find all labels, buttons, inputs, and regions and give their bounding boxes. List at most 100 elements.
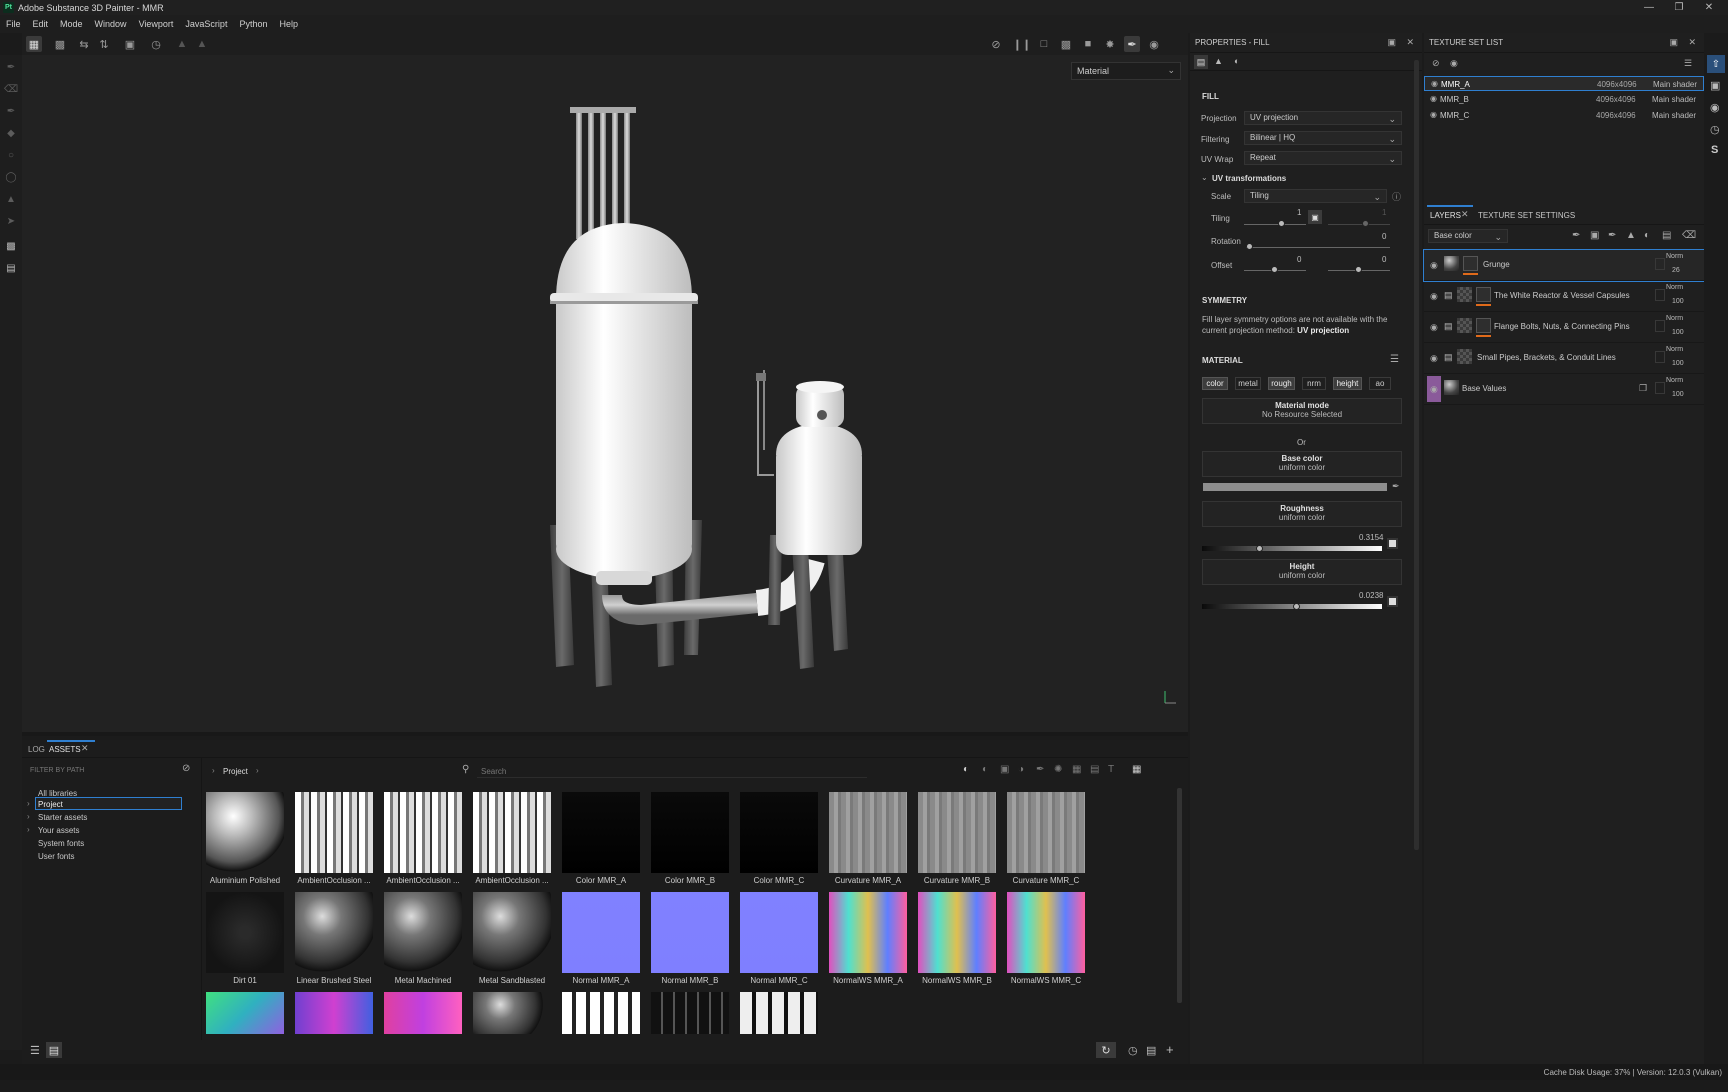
- channel-select[interactable]: Base color ⌄: [1428, 229, 1508, 243]
- 3d-viewport[interactable]: [22, 55, 1188, 732]
- export-icon[interactable]: ⇧: [1707, 55, 1725, 73]
- menu-edit[interactable]: Edit: [27, 19, 55, 29]
- tiling-knob[interactable]: [1278, 220, 1285, 227]
- blend-mode[interactable]: Norm: [1666, 377, 1683, 384]
- chevron-right-icon[interactable]: ›: [27, 812, 30, 821]
- uvwrap-select[interactable]: Repeat ⌄: [1244, 151, 1402, 165]
- tree-system-fonts[interactable]: System fonts: [38, 839, 84, 848]
- asset-item[interactable]: AmbientOcclusion ...: [472, 792, 552, 892]
- asset-item[interactable]: Curvature MMR_A: [828, 792, 908, 892]
- random-icon[interactable]: [1387, 538, 1398, 549]
- layer-mask-slot[interactable]: [1655, 351, 1665, 363]
- close-tab-icon[interactable]: ✕: [1461, 209, 1469, 220]
- chevron-down-icon[interactable]: ⌄: [1201, 173, 1208, 182]
- history-icon[interactable]: ◷: [148, 36, 164, 52]
- filter-textures-icon[interactable]: ▦: [1072, 764, 1081, 775]
- layer-row[interactable]: ◉ ▤ Small Pipes, Brackets, & Conduit Lines…: [1424, 343, 1704, 374]
- base-color-swatch[interactable]: [1203, 483, 1387, 491]
- roughness-box[interactable]: Roughness uniform color: [1202, 501, 1402, 527]
- grid-options-icon[interactable]: ▩: [52, 36, 68, 52]
- uv-transformations-toggle[interactable]: UV transformations: [1212, 174, 1286, 183]
- instance-icon[interactable]: ❐: [1639, 383, 1647, 394]
- asset-item[interactable]: Linear Brushed Steel: [294, 892, 374, 992]
- camera-2d-icon[interactable]: □: [1036, 36, 1052, 52]
- blend-mode[interactable]: Norm: [1666, 315, 1683, 322]
- asset-item[interactable]: AmbientOcclusion ...: [294, 792, 374, 892]
- pause-icon[interactable]: ❙❙: [1013, 36, 1031, 52]
- asset-item[interactable]: Dirt 01: [205, 892, 285, 992]
- geometry-mask-icon[interactable]: ▲: [1214, 56, 1223, 66]
- panel-view-icon[interactable]: ▤: [46, 1042, 62, 1058]
- display-settings-icon[interactable]: ▣: [1710, 79, 1720, 92]
- minimize-icon[interactable]: —: [1634, 0, 1664, 15]
- asset-item[interactable]: Curvature MMR_C: [1006, 792, 1086, 892]
- panel-splitter[interactable]: [22, 732, 1188, 736]
- environment-icon[interactable]: ◉: [1710, 101, 1720, 114]
- eye-icon[interactable]: ◉: [1450, 58, 1458, 69]
- tiling-knob-v[interactable]: [1362, 220, 1369, 227]
- flip-icon[interactable]: ⇅: [96, 36, 112, 52]
- asset-item[interactable]: Normal MMR_A: [561, 892, 641, 992]
- symmetry-icon[interactable]: ⇆: [76, 36, 92, 52]
- menu-icon[interactable]: ☰: [1684, 58, 1692, 69]
- channel-toggle-metal[interactable]: metal: [1235, 377, 1261, 390]
- eye-icon[interactable]: ◉: [1430, 384, 1438, 395]
- asset-scrollbar[interactable]: [1177, 788, 1182, 1003]
- tab-texture-set-settings[interactable]: TEXTURE SET SETTINGS: [1478, 211, 1575, 220]
- menu-python[interactable]: Python: [233, 19, 273, 29]
- menu-file[interactable]: File: [0, 19, 27, 29]
- eye-icon[interactable]: ◉: [1430, 322, 1438, 333]
- layer-mask-slot[interactable]: [1655, 382, 1665, 394]
- eye-icon[interactable]: ◉: [1430, 291, 1438, 302]
- filter-masks-icon[interactable]: ▣: [1000, 764, 1009, 775]
- asset-item[interactable]: NormalWS MMR_C: [1006, 892, 1086, 992]
- close-icon[interactable]: ✕: [1694, 0, 1724, 15]
- viewport-mode-select[interactable]: Material ⌄: [1071, 62, 1181, 80]
- eye-icon[interactable]: ◉: [1431, 79, 1438, 88]
- layer-row[interactable]: ◉ Base Values ❐ Norm 100: [1424, 374, 1704, 405]
- add-paint-layer-icon[interactable]: ✒: [1608, 230, 1616, 241]
- asset-item[interactable]: NormalWS MMR_B: [917, 892, 997, 992]
- asset-item[interactable]: Color MMR_C: [739, 792, 819, 892]
- layer-opacity[interactable]: 26: [1672, 267, 1680, 274]
- menu-window[interactable]: Window: [89, 19, 133, 29]
- list-view-icon[interactable]: ☰: [30, 1044, 40, 1057]
- menu-help[interactable]: Help: [273, 19, 304, 29]
- filter-environments-icon[interactable]: ▤: [1090, 764, 1099, 775]
- tab-assets[interactable]: ASSETS: [49, 745, 81, 754]
- close-icon[interactable]: ✕: [1688, 37, 1696, 48]
- tree-your-assets[interactable]: Your assets: [38, 826, 80, 835]
- sync-icon[interactable]: ↻: [1096, 1042, 1116, 1058]
- roughness-slider[interactable]: [1202, 546, 1382, 551]
- offset-v-knob[interactable]: [1355, 266, 1362, 273]
- geometry-fill-icon[interactable]: ◆: [4, 126, 18, 140]
- asset-item[interactable]: Metal Sandblasted: [472, 892, 552, 992]
- texture-set-row[interactable]: ◉ MMR_B 4096x4096 Main shader: [1424, 92, 1704, 107]
- add-fill-layer-icon[interactable]: ▲: [1626, 230, 1636, 241]
- properties-scrollbar[interactable]: [1414, 60, 1419, 850]
- view-grid-icon[interactable]: ▦: [1132, 764, 1141, 775]
- layer-row[interactable]: ◉ Grunge Norm 26: [1423, 249, 1705, 282]
- random-icon[interactable]: [1387, 596, 1398, 607]
- channel-toggle-height[interactable]: height: [1333, 377, 1362, 390]
- channel-toggle-rough[interactable]: rough: [1268, 377, 1295, 390]
- blend-mode[interactable]: Norm: [1666, 253, 1683, 260]
- texture-set-row[interactable]: ◉ MMR_A 4096x4096 Main shader: [1424, 76, 1704, 91]
- asset-item[interactable]: Normal MMR_B: [650, 892, 730, 992]
- texture-set-row[interactable]: ◉ MMR_C 4096x4096 Main shader: [1424, 108, 1704, 123]
- layer-row[interactable]: ◉ ▤ Flange Bolts, Nuts, & Connecting Pins N…: [1424, 312, 1704, 343]
- breadcrumb-project[interactable]: Project: [223, 767, 248, 776]
- stamp-tool-icon[interactable]: ▲: [4, 192, 18, 206]
- asset-item[interactable]: Metal Machined: [383, 892, 463, 992]
- asset-item[interactable]: AmbientOcclusion ...: [383, 792, 463, 892]
- chevron-right-icon[interactable]: ›: [27, 825, 30, 834]
- tab-layers[interactable]: LAYERS: [1430, 211, 1461, 220]
- rotation-slider[interactable]: [1246, 247, 1390, 248]
- blend-mode[interactable]: Norm: [1666, 284, 1683, 291]
- roughness-knob[interactable]: [1255, 545, 1263, 552]
- eraser-tool-icon[interactable]: ⌫: [4, 82, 18, 96]
- folder-icon[interactable]: ▤: [1146, 1044, 1156, 1057]
- hide-icon[interactable]: ⊘: [988, 36, 1004, 52]
- substance-icon[interactable]: S: [1711, 144, 1718, 156]
- delete-icon[interactable]: ⌫: [1682, 230, 1696, 241]
